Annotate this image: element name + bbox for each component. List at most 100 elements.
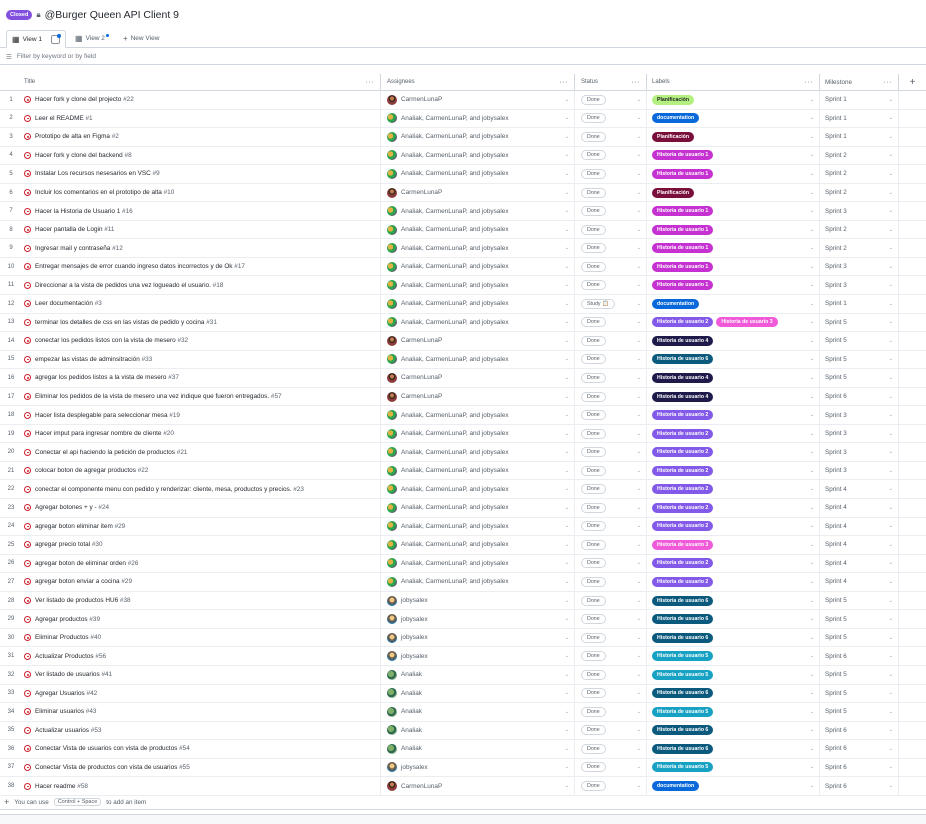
chevron-down-icon[interactable]: ⌄ [637,672,641,678]
tab-view-1[interactable]: ▦ View 1 [6,30,66,48]
status-cell[interactable]: Done ⌄ [575,350,647,369]
status-cell[interactable]: Done ⌄ [575,257,647,276]
chevron-down-icon[interactable]: ⌄ [810,97,814,103]
table-row[interactable]: 19 Hacer imput para ingresar nombre de cl… [0,424,926,444]
chevron-down-icon[interactable]: ⌄ [889,152,893,158]
chevron-down-icon[interactable]: ⌄ [565,783,569,789]
assignees-cell[interactable]: jobysalex ⌄ [381,628,575,647]
label-badge[interactable]: Historia de usuario 4 [652,391,714,402]
issue-number[interactable]: #53 [91,727,102,734]
label-badge[interactable]: Historia de usuario 1 [652,168,714,179]
milestone-cell[interactable]: Sprint 3 ⌄ [820,461,899,480]
table-row[interactable]: 2 Leer el README #1 Analiak, CarmenLunaP, … [0,109,926,129]
title-cell[interactable]: Agregar productos #39 [22,610,381,628]
chevron-down-icon[interactable]: ⌄ [565,301,569,307]
chevron-down-icon[interactable]: ⌄ [889,486,893,492]
label-badge[interactable]: Historia de usuario 1 [652,280,714,291]
chevron-down-icon[interactable]: ⌄ [889,598,893,604]
label-badge[interactable]: Historia de usuario 1 [652,243,714,254]
milestone-cell[interactable]: Sprint 3 ⌄ [820,202,899,220]
labels-cell[interactable]: Historia de usuario 3 ⌄ [647,536,820,554]
title-cell[interactable]: Ver listado de productos HU6 #38 [22,591,381,610]
label-badge[interactable]: Historia de usuario 1 [652,150,714,161]
table-row[interactable]: 17 Eliminar los pedidos de la vista de me… [0,387,926,407]
chevron-down-icon[interactable]: ⌄ [637,134,641,140]
chevron-down-icon[interactable]: ⌄ [810,115,814,121]
table-row[interactable]: 5 Instalar Los recursos nesesarios en VSC… [0,165,926,184]
column-menu-icon[interactable]: ··· [805,79,814,86]
issue-number[interactable]: #43 [86,708,97,715]
issue-title[interactable]: Hacer la Historia de Usuario 1 [35,208,120,215]
chevron-down-icon[interactable]: ⌄ [889,746,893,752]
assignees-cell[interactable]: Analiak, CarmenLunaP, and jobysalex ⌄ [381,109,575,128]
chevron-down-icon[interactable]: ⌄ [810,616,814,622]
issue-title[interactable]: terminar los detalles de css en las vist… [35,319,204,326]
labels-cell[interactable]: Historia de usuario 6 ⌄ [647,721,820,740]
table-row[interactable]: 38 Hacer readme #58 CarmenLunaP ⌄ Done ⌄ docum… [0,777,926,796]
chevron-down-icon[interactable]: ⌄ [810,264,814,270]
column-header-assignees[interactable]: Assignees ··· [381,74,575,90]
title-cell[interactable]: Prototipo de alta en Figma #2 [22,128,381,146]
labels-cell[interactable]: Historia de usuario 2 ⌄ [647,573,820,591]
assignees-cell[interactable]: jobysalex ⌄ [381,758,575,777]
table-row[interactable]: 26 agregar boton de eliminar orden #26 Ana… [0,554,926,574]
chevron-down-icon[interactable]: ⌄ [810,560,814,566]
label-badge[interactable]: Historia de usuario 5 [652,651,714,662]
chevron-down-icon[interactable]: ⌄ [565,375,569,381]
table-row[interactable]: 25 agregar precio total #30 Analiak, Carme… [0,536,926,555]
chevron-down-icon[interactable]: ⌄ [889,134,893,140]
chevron-down-icon[interactable]: ⌄ [889,542,893,548]
table-row[interactable]: 4 Hacer fork y clone del backend #8 Analia… [0,146,926,166]
chevron-down-icon[interactable]: ⌄ [637,579,641,585]
title-cell[interactable]: agregar boton eliminar item #29 [22,517,381,536]
milestone-cell[interactable]: Sprint 4 ⌄ [820,573,899,591]
chevron-down-icon[interactable]: ⌄ [565,190,569,196]
chevron-down-icon[interactable]: ⌄ [637,523,641,529]
label-badge[interactable]: Historia de usuario 5 [652,669,714,680]
chevron-down-icon[interactable]: ⌄ [637,783,641,789]
label-badge[interactable]: documentation [652,113,700,124]
chevron-down-icon[interactable]: ⌄ [565,635,569,641]
milestone-cell[interactable]: Sprint 5 ⌄ [820,313,899,332]
assignees-cell[interactable]: Analiak, CarmenLunaP, and jobysalex ⌄ [381,536,575,554]
title-cell[interactable]: Agregar Usuarios #42 [22,684,381,703]
column-header-labels[interactable]: Labels ··· [647,74,820,90]
labels-cell[interactable]: Historia de usuario 1 ⌄ [647,165,820,183]
table-row[interactable]: 27 agregar boton enviar a cocina #29 Anali… [0,573,926,592]
title-cell[interactable]: Hacer imput para ingresar nombre de clie… [22,424,381,443]
label-badge[interactable]: Historia de usuario 6 [652,743,714,754]
assignees-cell[interactable]: Analiak, CarmenLunaP, and jobysalex ⌄ [381,443,575,461]
chevron-down-icon[interactable]: ⌄ [637,412,641,418]
table-row[interactable]: 28 Ver listado de productos HU6 #38 jobysa… [0,591,926,611]
title-cell[interactable]: Direccionar a la vista de pedidos una ve… [22,276,381,295]
chevron-down-icon[interactable]: ⌄ [889,208,893,214]
title-cell[interactable]: Leer el README #1 [22,109,381,128]
chevron-down-icon[interactable]: ⌄ [565,727,569,733]
status-cell[interactable]: Done ⌄ [575,165,647,183]
column-menu-icon[interactable]: ··· [560,79,569,86]
issue-title[interactable]: Instalar Los recursos nesesarios en VSC [35,170,151,177]
issue-title[interactable]: Direccionar a la vista de pedidos una ve… [35,282,211,289]
issue-number[interactable]: #21 [177,449,188,456]
issue-number[interactable]: #42 [87,690,98,697]
milestone-cell[interactable]: Sprint 1 ⌄ [820,295,899,313]
chevron-down-icon[interactable]: ⌄ [889,245,893,251]
chevron-down-icon[interactable]: ⌄ [565,245,569,251]
title-cell[interactable]: Ver listado de usuarios #41 [22,665,381,684]
issue-title[interactable]: Hacer pantalla de Login [35,226,103,233]
labels-cell[interactable]: Historia de usuario 1 ⌄ [647,239,820,257]
issue-number[interactable]: #8 [125,152,132,159]
label-badge[interactable]: Historia de usuario 2 [652,502,714,513]
chevron-down-icon[interactable]: ⌄ [889,523,893,529]
chevron-down-icon[interactable]: ⌄ [810,486,814,492]
status-cell[interactable]: Done ⌄ [575,647,647,665]
issue-number[interactable]: #39 [89,616,100,623]
chevron-down-icon[interactable]: ⌄ [810,301,814,307]
chevron-down-icon[interactable]: ⌄ [565,486,569,492]
assignees-cell[interactable]: Analiak, CarmenLunaP, and jobysalex ⌄ [381,554,575,573]
label-badge[interactable]: Planificación [652,187,694,198]
title-cell[interactable]: Hacer la Historia de Usuario 1 #16 [22,202,381,220]
chevron-down-icon[interactable]: ⌄ [889,264,893,270]
chevron-down-icon[interactable]: ⌄ [889,97,893,103]
chevron-down-icon[interactable]: ⌄ [810,653,814,659]
